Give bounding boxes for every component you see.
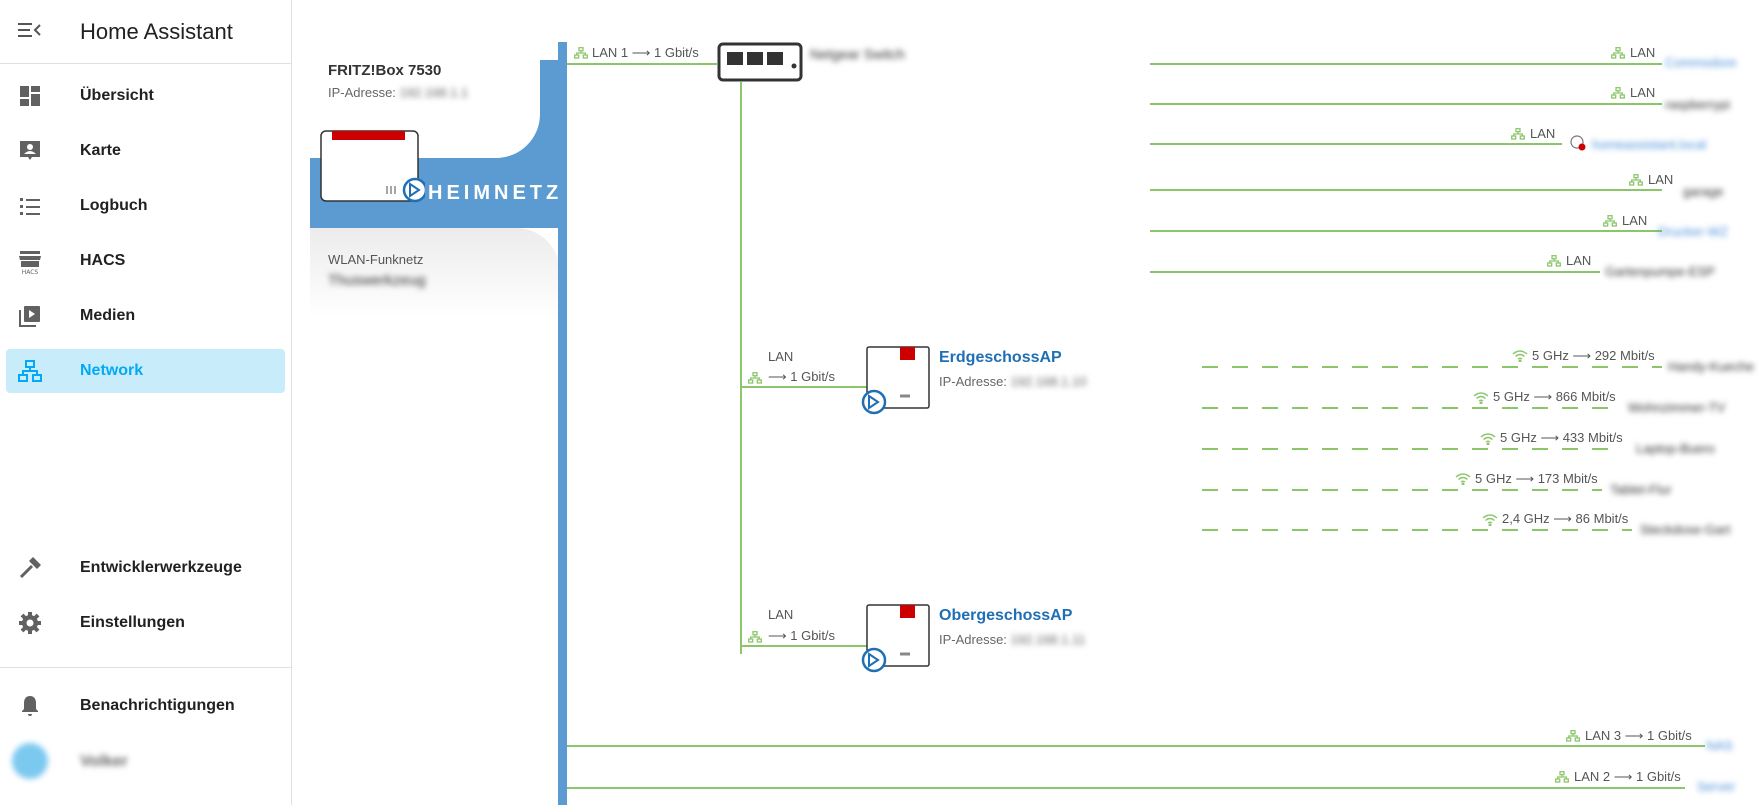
lan-label: LAN — [1630, 45, 1656, 60]
wifi-label: 5 GHz ⟶ 866 Mbit/s — [1493, 389, 1616, 404]
switch-name[interactable]: Netgear Switch — [810, 46, 905, 62]
ip-label: IP-Adresse: — [939, 632, 1007, 647]
wifi-label: 5 GHz ⟶ 292 Mbit/s — [1532, 348, 1655, 363]
lan-label: LAN — [1622, 213, 1648, 228]
wifi-label: 5 GHz ⟶ 433 Mbit/s — [1500, 430, 1623, 445]
lan-client-line — [1150, 63, 1662, 65]
ap-link-speed: ⟶ 1 Gbit/s — [768, 369, 836, 384]
link-line — [567, 63, 717, 65]
lan-icon — [1603, 214, 1619, 228]
lan-label: LAN — [1648, 172, 1674, 187]
network-diagram: LAN 1 ⟶ 1 Gbit/s Netgear Switch LAN Comm… — [0, 0, 1759, 805]
lan-icon — [574, 46, 590, 60]
lan-icon — [1555, 770, 1571, 784]
link-line — [567, 745, 1705, 747]
lan-client-line — [1150, 230, 1662, 232]
ap-name-link[interactable]: ErdgeschossAP — [939, 349, 1062, 367]
wifi-icon — [1455, 472, 1471, 486]
wifi-client-name[interactable]: Steckdose-Gart — [1640, 522, 1730, 537]
ap-name-link[interactable]: ObergeschossAP — [939, 607, 1072, 625]
wifi-icon — [1512, 349, 1528, 363]
wifi-client-line — [1202, 366, 1662, 368]
lan-icon — [748, 371, 764, 385]
wifi-client-line — [1202, 489, 1602, 491]
switch-link-label: LAN 1 ⟶ 1 Gbit/s — [592, 45, 699, 60]
ap-ip: IP-Adresse: 192.168.1.10 — [939, 374, 1086, 389]
wifi-label: 2,4 GHz ⟶ 86 Mbit/s — [1502, 511, 1629, 526]
wifi-icon — [1480, 432, 1496, 446]
ap-link-label: LAN — [768, 349, 794, 364]
lan-client-line — [1150, 143, 1562, 145]
lan-client-name[interactable]: garage — [1683, 184, 1723, 199]
lan-icon — [1511, 127, 1527, 141]
lan-client-name[interactable]: homeassistant.local — [1592, 137, 1706, 152]
link-line — [742, 386, 870, 388]
ip-value: 192.168.1.10 — [1010, 374, 1087, 389]
ap-link-speed: ⟶ 1 Gbit/s — [768, 628, 836, 643]
wifi-client-name[interactable]: Laptop-Buero — [1636, 441, 1715, 456]
lan-client-name[interactable]: Drucker-WZ — [1658, 224, 1728, 239]
wifi-client-name[interactable]: Wohnzimmer-TV — [1628, 400, 1725, 415]
lan-icon — [1629, 173, 1645, 187]
ip-value: 192.168.1.11 — [1010, 632, 1086, 647]
port-device-name[interactable]: NAS — [1706, 738, 1733, 753]
lan-label: LAN — [1566, 253, 1592, 268]
port-device-name[interactable]: Server — [1697, 779, 1735, 794]
wifi-client-line — [1202, 448, 1622, 450]
link-line — [567, 787, 1685, 789]
wifi-icon — [1473, 391, 1489, 405]
heimnetz-bus — [558, 42, 567, 805]
port-label: LAN 2 ⟶ 1 Gbit/s — [1574, 769, 1681, 784]
globe-offline-icon — [1570, 135, 1586, 156]
wifi-icon — [1482, 513, 1498, 527]
switch-icon — [717, 42, 803, 87]
lan-client-name[interactable]: raspberrypi — [1665, 97, 1730, 112]
access-point-device-icon — [857, 345, 931, 420]
trunk-line — [740, 82, 742, 654]
lan-label: LAN — [1630, 85, 1656, 100]
port-label: LAN 3 ⟶ 1 Gbit/s — [1585, 728, 1692, 743]
lan-client-name[interactable]: Gartenpumpe-ESP — [1605, 264, 1715, 279]
ap-ip: IP-Adresse: 192.168.1.11 — [939, 632, 1086, 647]
lan-client-line — [1150, 189, 1662, 191]
wifi-client-line — [1202, 529, 1632, 531]
ap-link-label: LAN — [768, 607, 794, 622]
lan-icon — [1611, 46, 1627, 60]
wifi-client-line — [1202, 407, 1622, 409]
wifi-label: 5 GHz ⟶ 173 Mbit/s — [1475, 471, 1598, 486]
lan-client-name[interactable]: Commodore — [1665, 55, 1737, 70]
lan-icon — [748, 630, 764, 644]
wifi-client-name[interactable]: Tablet-Flur — [1610, 482, 1671, 497]
ip-label: IP-Adresse: — [939, 374, 1007, 389]
lan-icon — [1611, 86, 1627, 100]
wifi-client-name[interactable]: Handy-Kueche — [1668, 359, 1754, 374]
access-point-device-icon — [857, 603, 931, 678]
lan-client-line — [1150, 271, 1600, 273]
lan-icon — [1547, 254, 1563, 268]
lan-client-line — [1150, 103, 1662, 105]
link-line — [742, 645, 870, 647]
lan-icon — [1566, 729, 1582, 743]
lan-label: LAN — [1530, 126, 1556, 141]
